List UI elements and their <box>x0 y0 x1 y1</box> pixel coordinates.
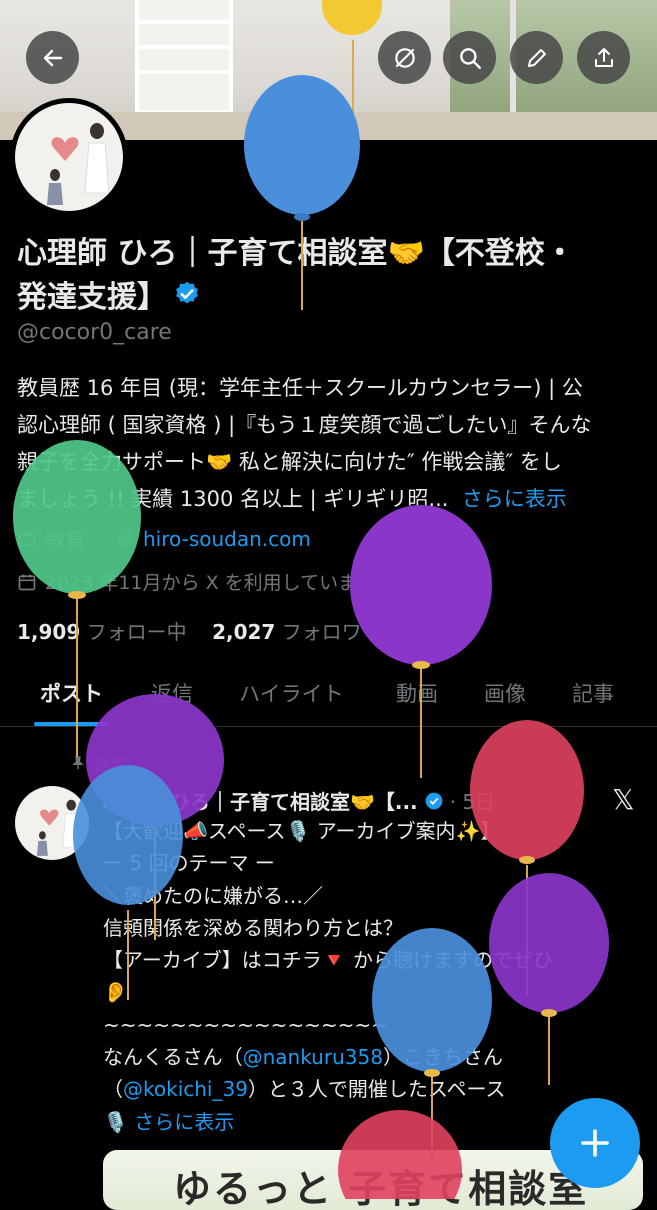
post-author-name[interactable]: 心理師 ひろ｜子育て相談室🤝【... <box>103 786 418 815</box>
profile-handle: @cocor0_care <box>17 320 172 345</box>
post-media-title: ゆるっと 子育て相談室 <box>173 1167 589 1210</box>
post-line: （@kokichi_39）と３人で開催したスペース <box>103 1073 648 1105</box>
tab-videos[interactable]: 動画 <box>396 678 438 708</box>
post-line: 👂 <box>103 980 128 1005</box>
following-label: フォロー中 <box>86 620 187 644</box>
tab-highlights[interactable]: ハイライト <box>239 678 344 708</box>
following-count: 1,909 <box>17 620 81 644</box>
active-tab-indicator <box>34 722 110 726</box>
profile-meta-row: 教育 hiro-soudan.com <box>17 524 311 553</box>
profile-avatar[interactable] <box>10 98 128 216</box>
edit-button[interactable] <box>510 31 563 84</box>
profile-name-line1: 心理師 ひろ｜子育て相談室🤝【不登校・ <box>17 236 575 271</box>
link-icon <box>118 531 132 546</box>
profile-category: 教育 <box>45 528 85 552</box>
briefcase-icon <box>18 531 36 546</box>
calendar-icon <box>18 574 36 590</box>
followers-link[interactable]: 2,027 フォロワー <box>212 620 382 644</box>
tab-articles[interactable]: 記事 <box>572 678 614 708</box>
bio-line: 認心理師 ( 国家資格 ) |『もう１度笑顔で過ごしたい』そんな <box>17 413 592 437</box>
post-line: 【大歓迎📣スペース🎙️ アーカイブ案内✨】 <box>103 819 501 843</box>
post-line: なんくるさん（@nankuru358）こきちさん <box>103 1041 648 1073</box>
banner-shelf <box>135 0 233 114</box>
post-author-avatar[interactable] <box>15 786 89 860</box>
bio-show-more-link[interactable]: さらに表示 <box>462 487 567 511</box>
mention-link[interactable]: @kokichi_39 <box>123 1077 248 1101</box>
post-text: なんくるさん（ <box>103 1045 243 1070</box>
post-text: ）と３人で開催したスペース <box>247 1077 506 1102</box>
profile-joined-row[interactable]: 2023 年11月から X を利用しています › <box>17 568 392 595</box>
tab-replies[interactable]: 返信 <box>151 678 193 708</box>
post-line: 信頼関係を深める関わり方とは？ <box>103 915 403 940</box>
search-button[interactable] <box>443 31 496 84</box>
followers-label: フォロワー <box>281 620 382 644</box>
unsubscribe-icon <box>394 47 415 68</box>
share-icon <box>594 47 613 67</box>
bio-line-text: ましょう !! 実績 1300 名以上 | ギリギリ昭... <box>17 487 449 511</box>
unsubscribe-button[interactable] <box>378 31 431 84</box>
bio-line: 教員歴 16 年目 (現：学年主任＋スクールカウンセラー) | 公 <box>17 376 583 400</box>
post-show-more-link[interactable]: さらに表示 <box>134 1110 234 1134</box>
plus-icon <box>581 1129 609 1157</box>
post-body[interactable]: 【大歓迎📣スペース🎙️ アーカイブ案内✨】 ー 5 回のテーマ ー ＼褒めたのに… <box>103 815 648 1138</box>
post-line: 【アーカイブ】はコチラ🔻 から聴けますのでぜひ <box>103 948 554 973</box>
followers-count: 2,027 <box>212 620 276 644</box>
post-header: 心理師 ひろ｜子育て相談室🤝【... · 5日 <box>103 786 613 815</box>
pinned-label: 固定 <box>94 755 128 775</box>
back-button[interactable] <box>26 31 79 84</box>
verified-badge-icon[interactable] <box>173 277 201 321</box>
tab-images[interactable]: 画像 <box>484 678 526 708</box>
pencil-icon <box>527 48 546 67</box>
profile-name-line2: 発達支援】 <box>17 280 167 315</box>
profile-website-link[interactable]: hiro-soudan.com <box>143 527 311 551</box>
avatar-image <box>15 103 123 211</box>
verified-badge-icon <box>425 792 443 809</box>
profile-tabs: ポスト 返信 ハイライト 動画 画像 記事 <box>0 666 657 727</box>
post-time[interactable]: · 5日 <box>450 786 495 815</box>
pin-icon <box>72 755 84 769</box>
tab-posts[interactable]: ポスト <box>40 678 103 708</box>
pinned-indicator: 固定 <box>70 750 128 775</box>
chevron-right-icon: › <box>384 570 392 593</box>
post-text: ）こきちさん <box>382 1045 503 1070</box>
following-link[interactable]: 1,909 フォロー中 <box>17 620 187 644</box>
post-text: （ <box>103 1077 123 1102</box>
search-icon <box>459 47 481 69</box>
post-line: ＼褒めたのに嫌がる…／ <box>103 883 323 908</box>
post-line: ~~~~~~~~~~~~~~~~~ <box>103 1012 388 1037</box>
arrow-left-icon <box>43 49 62 66</box>
profile-joined-date: 2023 年11月から X を利用しています <box>45 572 377 594</box>
share-button[interactable] <box>577 31 630 84</box>
post-text: 🎙️ <box>103 1109 135 1134</box>
x-logo-icon[interactable]: 𝕏 <box>612 783 635 816</box>
bio-line: 親子を全力サポート🤝 私と解決に向けた″ 作戦会議″ をし <box>17 450 562 474</box>
profile-bio: 教員歴 16 年目 (現：学年主任＋スクールカウンセラー) | 公 認心理師 (… <box>17 370 647 518</box>
mention-link[interactable]: @nankuru358 <box>243 1045 383 1069</box>
profile-name: 心理師 ひろ｜子育て相談室🤝【不登校・ 発達支援】 <box>17 232 647 321</box>
bio-line: ましょう !! 実績 1300 名以上 | ギリギリ昭... さらに表示 <box>17 481 647 518</box>
compose-button[interactable] <box>550 1098 640 1188</box>
post-line: ー 5 回のテーマ ー <box>103 851 275 876</box>
profile-stats: 1,909 フォロー中 2,027 フォロワー <box>17 616 382 645</box>
